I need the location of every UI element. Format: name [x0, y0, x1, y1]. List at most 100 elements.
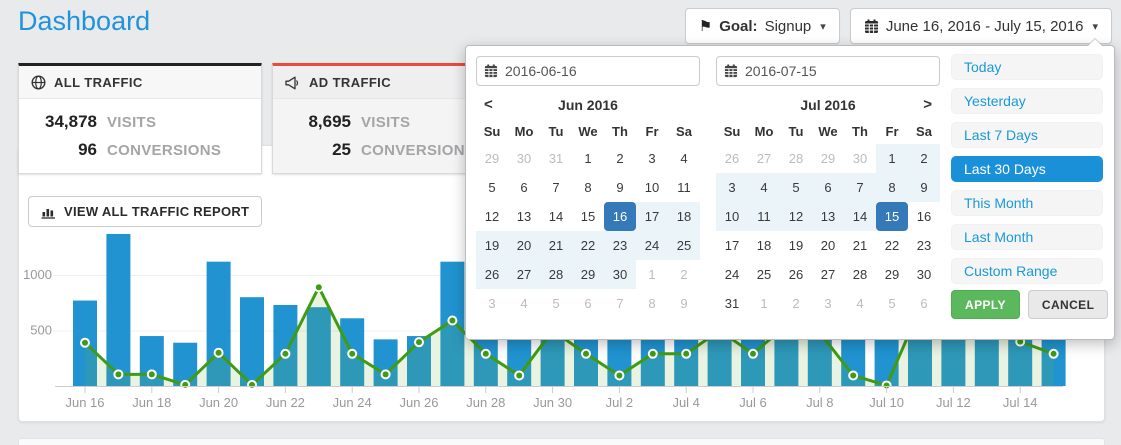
apply-button[interactable]: APPLY: [951, 290, 1020, 319]
day-cell[interactable]: 29: [476, 144, 508, 173]
end-date-input[interactable]: [716, 56, 940, 86]
day-cell[interactable]: 1: [636, 260, 668, 289]
day-cell[interactable]: 28: [780, 144, 812, 173]
day-cell[interactable]: 21: [540, 231, 572, 260]
day-cell[interactable]: 19: [476, 231, 508, 260]
day-cell[interactable]: 4: [748, 173, 780, 202]
day-cell[interactable]: 22: [876, 231, 908, 260]
day-cell[interactable]: 2: [780, 289, 812, 318]
day-cell[interactable]: 3: [716, 173, 748, 202]
day-cell[interactable]: 26: [780, 260, 812, 289]
day-cell[interactable]: 3: [476, 289, 508, 318]
day-cell[interactable]: 1: [572, 144, 604, 173]
day-cell[interactable]: 28: [540, 260, 572, 289]
day-cell[interactable]: 5: [780, 173, 812, 202]
day-cell[interactable]: 5: [876, 289, 908, 318]
day-cell[interactable]: 24: [716, 260, 748, 289]
day-cell[interactable]: 16: [908, 202, 940, 231]
prev-month-icon[interactable]: <: [478, 92, 499, 118]
day-cell[interactable]: 4: [668, 144, 700, 173]
day-cell[interactable]: 2: [668, 260, 700, 289]
day-cell[interactable]: 3: [812, 289, 844, 318]
day-cell[interactable]: 13: [508, 202, 540, 231]
day-cell[interactable]: 5: [476, 173, 508, 202]
day-cell[interactable]: 3: [636, 144, 668, 173]
day-cell[interactable]: 12: [780, 202, 812, 231]
day-cell[interactable]: 14: [844, 202, 876, 231]
day-cell[interactable]: 11: [748, 202, 780, 231]
day-cell[interactable]: 30: [844, 144, 876, 173]
day-cell[interactable]: 26: [476, 260, 508, 289]
range-option-today[interactable]: Today: [951, 54, 1103, 80]
day-cell[interactable]: 15: [572, 202, 604, 231]
day-cell[interactable]: 11: [668, 173, 700, 202]
range-option-yesterday[interactable]: Yesterday: [951, 88, 1103, 114]
goal-selector-button[interactable]: ⚑ Goal: Signup ▾: [685, 8, 840, 44]
range-option-custom-range[interactable]: Custom Range: [951, 258, 1103, 284]
date-range-button[interactable]: June 16, 2016 - July 15, 2016 ▾: [850, 8, 1112, 44]
day-cell[interactable]: 31: [716, 289, 748, 318]
day-cell[interactable]: 7: [540, 173, 572, 202]
next-month-icon[interactable]: >: [917, 92, 938, 118]
day-cell[interactable]: 30: [604, 260, 636, 289]
day-cell[interactable]: 26: [716, 144, 748, 173]
day-cell[interactable]: 10: [716, 202, 748, 231]
range-option-this-month[interactable]: This Month: [951, 190, 1103, 216]
day-cell[interactable]: 9: [668, 289, 700, 318]
day-cell[interactable]: 4: [844, 289, 876, 318]
day-cell[interactable]: 9: [604, 173, 636, 202]
day-cell[interactable]: 27: [748, 144, 780, 173]
day-cell[interactable]: 25: [748, 260, 780, 289]
day-cell[interactable]: 21: [844, 231, 876, 260]
day-cell[interactable]: 6: [812, 173, 844, 202]
day-cell[interactable]: 27: [508, 260, 540, 289]
day-cell[interactable]: 31: [540, 144, 572, 173]
range-option-last-7-days[interactable]: Last 7 Days: [951, 122, 1103, 148]
day-cell[interactable]: 8: [636, 289, 668, 318]
day-cell[interactable]: 23: [908, 231, 940, 260]
day-cell[interactable]: 7: [844, 173, 876, 202]
day-cell[interactable]: 20: [812, 231, 844, 260]
day-cell[interactable]: 18: [748, 231, 780, 260]
day-cell[interactable]: 17: [716, 231, 748, 260]
day-cell[interactable]: 15: [876, 202, 908, 231]
day-cell[interactable]: 2: [908, 144, 940, 173]
start-date-input[interactable]: [476, 56, 700, 86]
day-cell[interactable]: 4: [508, 289, 540, 318]
view-all-traffic-report-button[interactable]: VIEW ALL TRAFFIC REPORT: [28, 196, 262, 227]
day-cell[interactable]: 24: [636, 231, 668, 260]
day-cell[interactable]: 29: [812, 144, 844, 173]
day-cell[interactable]: 29: [572, 260, 604, 289]
range-option-last-30-days[interactable]: Last 30 Days: [951, 156, 1103, 182]
day-cell[interactable]: 27: [812, 260, 844, 289]
day-cell[interactable]: 29: [876, 260, 908, 289]
day-cell[interactable]: 13: [812, 202, 844, 231]
day-cell[interactable]: 22: [572, 231, 604, 260]
day-cell[interactable]: 20: [508, 231, 540, 260]
day-cell[interactable]: 7: [604, 289, 636, 318]
day-cell[interactable]: 6: [572, 289, 604, 318]
day-cell[interactable]: 17: [636, 202, 668, 231]
day-cell[interactable]: 16: [604, 202, 636, 231]
day-cell[interactable]: 23: [604, 231, 636, 260]
day-cell[interactable]: 19: [780, 231, 812, 260]
day-cell[interactable]: 10: [636, 173, 668, 202]
day-cell[interactable]: 8: [876, 173, 908, 202]
day-cell[interactable]: 8: [572, 173, 604, 202]
day-cell[interactable]: 18: [668, 202, 700, 231]
cancel-button[interactable]: CANCEL: [1028, 290, 1108, 319]
day-cell[interactable]: 30: [908, 260, 940, 289]
all-traffic-card[interactable]: ALL TRAFFIC 34,878 VISITS 96 CONVERSIONS: [18, 63, 262, 174]
day-cell[interactable]: 14: [540, 202, 572, 231]
day-cell[interactable]: 30: [508, 144, 540, 173]
day-cell[interactable]: 9: [908, 173, 940, 202]
day-cell[interactable]: 1: [748, 289, 780, 318]
day-cell[interactable]: 6: [908, 289, 940, 318]
range-option-last-month[interactable]: Last Month: [951, 224, 1103, 250]
day-cell[interactable]: 12: [476, 202, 508, 231]
day-cell[interactable]: 25: [668, 231, 700, 260]
day-cell[interactable]: 28: [844, 260, 876, 289]
day-cell[interactable]: 2: [604, 144, 636, 173]
day-cell[interactable]: 6: [508, 173, 540, 202]
day-cell[interactable]: 1: [876, 144, 908, 173]
